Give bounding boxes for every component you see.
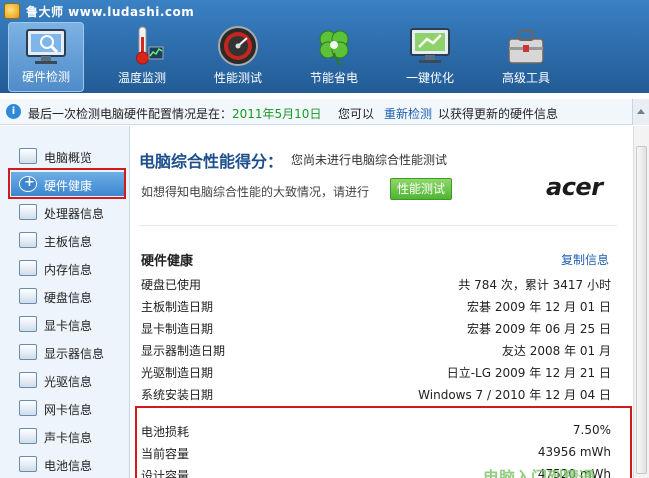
info-row: 主板制造日期 宏碁 2009 年 12 月 01 日 [141,295,611,317]
hard-disk-icon [19,288,37,304]
watermark: 电脑入门到精通 [483,468,596,478]
score-note: 您尚未进行电脑综合性能测试 [291,153,448,167]
row-value: 共 784 次，累计 3417 小时 [458,278,611,292]
tool-temperature[interactable]: 温度监测 [104,22,180,92]
info-icon: i [6,104,21,119]
sidebar-item-network[interactable]: 网卡信息 [0,394,130,422]
tool-label: 性能测试 [213,71,262,85]
sidebar-item-motherboard[interactable]: 主板信息 [0,226,130,254]
info-suffix: 以获得更新的硬件信息 [438,107,559,121]
info-row: 硬盘已使用 共 784 次，累计 3417 小时 [141,273,611,295]
info-mid: 您可以 [338,107,375,121]
score-title: 电脑综合性能得分： [139,152,284,171]
app-header: 鲁大师 www.ludashi.com 硬件检测 温度监测 性能测试 节能省电 … [0,0,649,93]
row-value: 友达 2008 年 01 月 [501,344,611,358]
sidebar-item-label: 声卡信息 [44,431,93,445]
copy-info-link[interactable]: 复制信息 [561,251,609,268]
perf-test-button[interactable]: 性能测试 [390,178,452,200]
tool-one-click-optimize[interactable]: 一键优化 [392,22,468,92]
sound-card-icon [19,428,37,444]
row-value: 宏碁 2009 年 12 月 01 日 [467,300,611,314]
tool-label: 高级工具 [501,71,550,85]
sidebar-item-battery[interactable]: 电池信息 [0,450,130,478]
computer-icon [19,148,37,164]
perf-hint: 如想得知电脑综合性能的大致情况，请进行 [141,185,370,199]
info-row: 光驱制造日期 日立-LG 2009 年 12 月 21 日 [141,361,611,383]
sidebar-item-optical[interactable]: 光驱信息 [0,366,130,394]
row-key: 硬盘已使用 [141,278,202,292]
sidebar-item-label: 电脑概览 [44,151,93,165]
info-prefix: 最后一次检测电脑硬件配置情况是在： [28,107,233,121]
sidebar-item-cpu[interactable]: 处理器信息 [0,198,130,226]
scrollbar-thumb[interactable] [636,146,647,474]
tool-label: 温度监测 [117,71,166,85]
tool-power-saving[interactable]: 节能省电 [296,22,372,92]
toolbox-icon [508,30,544,64]
tool-label: 一键优化 [405,71,454,85]
sidebar-item-label: 显卡信息 [44,319,93,333]
row-value: 日立-LG 2009 年 12 月 21 日 [446,366,611,380]
motherboard-icon [19,232,37,248]
recheck-link[interactable]: 重新检测 [384,105,432,122]
highlight-box-sidebar [8,168,126,199]
info-date: 2011年5月10日 [232,107,322,121]
sidebar-item-label: 光驱信息 [44,375,93,389]
sidebar-item-label: 处理器信息 [44,207,105,221]
sidebar-item-label: 显示器信息 [44,347,105,361]
vertical-scrollbar[interactable] [633,126,649,478]
row-key: 显示器制造日期 [141,344,226,358]
row-key: 主板制造日期 [141,300,214,314]
sidebar-item-overview[interactable]: 电脑概览 [0,142,130,170]
sidebar-item-label: 内存信息 [44,263,93,277]
info-row: 显示器制造日期 友达 2008 年 01 月 [141,339,611,361]
memory-icon [19,260,37,276]
monitor-optimize-icon [410,28,450,63]
graphics-card-icon [19,316,37,332]
cpu-icon [19,204,37,220]
divider [139,225,617,226]
clover-icon [319,30,349,66]
sidebar-item-memory[interactable]: 内存信息 [0,254,130,282]
scroll-up-button[interactable] [632,99,649,125]
speedometer-icon [218,26,258,66]
tool-label: 硬件检测 [21,70,70,84]
sidebar-item-label: 电池信息 [44,459,93,473]
info-bar: i 最后一次检测电脑硬件配置情况是在： 2011年5月10日 您可以 重新检测 … [0,99,649,125]
thermometer-icon [136,26,164,65]
sidebar-item-disk[interactable]: 硬盘信息 [0,282,130,310]
title-bar: 鲁大师 www.ludashi.com [0,0,649,22]
row-key: 显卡制造日期 [141,322,214,336]
tool-performance[interactable]: 性能测试 [200,22,276,92]
sidebar-item-label: 硬盘信息 [44,291,93,305]
sidebar-item-label: 主板信息 [44,235,93,249]
monitor-magnifier-icon [26,29,66,64]
tool-hardware-detect[interactable]: 硬件检测 [8,22,84,92]
row-key: 光驱制造日期 [141,366,214,380]
info-row: 显卡制造日期 宏碁 2009 年 06 月 25 日 [141,317,611,339]
row-key: 系统安装日期 [141,388,214,402]
info-row: 系统安装日期 Windows 7 / 2010 年 12 月 04 日 [141,383,611,405]
app-logo-icon [4,3,20,19]
sidebar-item-display[interactable]: 显示器信息 [0,338,130,366]
main-toolbar: 硬件检测 温度监测 性能测试 节能省电 一键优化 高级工具 [0,22,649,93]
battery-icon [19,456,37,472]
tool-advanced[interactable]: 高级工具 [488,22,564,92]
display-icon [19,344,37,360]
sidebar-item-label: 网卡信息 [44,403,93,417]
row-value: Windows 7 / 2010 年 12 月 04 日 [418,388,611,402]
network-card-icon [19,400,37,416]
optical-drive-icon [19,372,37,388]
tool-label: 节能省电 [309,71,358,85]
row-value: 宏碁 2009 年 06 月 25 日 [467,322,611,336]
sidebar-item-graphics[interactable]: 显卡信息 [0,310,130,338]
brand-logo: acer [546,173,603,201]
section-title: 硬件健康 [141,254,194,269]
app-title: 鲁大师 www.ludashi.com [26,5,195,19]
sidebar-item-sound[interactable]: 声卡信息 [0,422,130,450]
